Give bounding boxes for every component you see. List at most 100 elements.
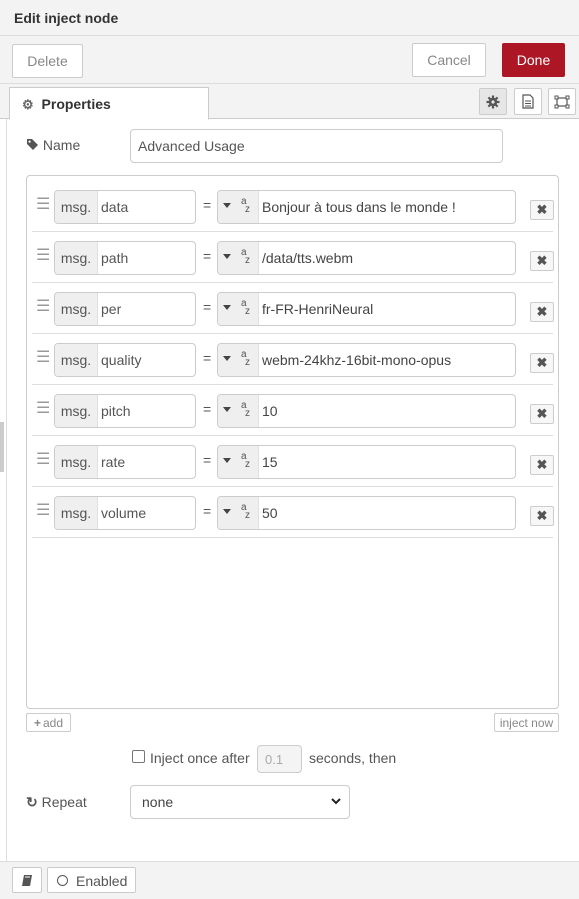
name-label-text: Name: [42, 137, 81, 153]
name-input[interactable]: [130, 129, 503, 163]
msg-prefix: msg.: [55, 497, 98, 529]
property-name: volume: [101, 505, 147, 521]
property-value-field[interactable]: a z 50: [217, 496, 516, 530]
add-property-button[interactable]: + add: [26, 713, 71, 732]
inject-delay-input[interactable]: 0.1: [257, 745, 302, 773]
property-name-field[interactable]: msg. rate: [54, 445, 196, 479]
repeat-icon: ↻: [26, 794, 38, 810]
property-name: path: [101, 250, 129, 266]
property-name-field[interactable]: msg. quality: [54, 343, 196, 377]
remove-property-button[interactable]: ✖: [530, 404, 554, 424]
repeat-select[interactable]: none: [130, 785, 350, 819]
type-selector[interactable]: az: [218, 344, 259, 376]
close-icon: ✖: [536, 355, 548, 370]
remove-property-button[interactable]: ✖: [530, 251, 554, 271]
string-type-z: z: [245, 204, 250, 215]
caret-down-icon: [223, 254, 231, 259]
seconds-label: seconds, then: [309, 750, 397, 766]
type-selector[interactable]: az: [218, 293, 259, 325]
tab-appearance[interactable]: [548, 88, 576, 115]
close-icon: ✖: [536, 202, 548, 217]
msg-prefix: msg.: [55, 191, 98, 223]
type-selector[interactable]: az: [218, 497, 259, 529]
name-label: Name: [26, 137, 80, 153]
property-row: ☰ msg. data = a z Bonjour à tous dans le monde…: [32, 181, 554, 232]
close-icon: ✖: [536, 508, 548, 523]
property-name-field[interactable]: msg. per: [54, 292, 196, 326]
string-type-z: z: [245, 357, 250, 368]
property-value-field[interactable]: a z fr-FR-HenriNeural: [217, 292, 516, 326]
tab-node-settings[interactable]: [479, 88, 507, 115]
enabled-toggle[interactable]: Enabled: [47, 867, 136, 893]
delete-button[interactable]: Delete: [12, 44, 83, 78]
property-value: fr-FR-HenriNeural: [262, 301, 374, 317]
msg-prefix: msg.: [55, 446, 98, 478]
resize-handle[interactable]: [0, 422, 4, 472]
msg-prefix: msg.: [55, 344, 98, 376]
property-value-field[interactable]: a z webm-24khz-16bit-mono-opus: [217, 343, 516, 377]
caret-down-icon: [223, 407, 231, 412]
property-value-field[interactable]: a z/data/tts.webm: [217, 241, 516, 275]
equals-sign: =: [203, 401, 212, 417]
property-row: ☰ msg. pitch = a z 10 ✖: [32, 385, 554, 436]
type-selector[interactable]: az: [218, 191, 259, 223]
close-icon: ✖: [536, 406, 548, 421]
drag-handle-icon[interactable]: ☰: [36, 248, 50, 264]
plus-icon: +: [33, 715, 41, 730]
equals-sign: =: [203, 197, 212, 213]
property-row: ☰ msg. rate = a z 15 ✖: [32, 436, 554, 487]
property-value: 10: [262, 403, 278, 419]
gear-icon: [486, 95, 500, 108]
drag-handle-icon[interactable]: ☰: [36, 299, 50, 315]
drag-handle-icon[interactable]: ☰: [36, 401, 50, 417]
help-button[interactable]: [12, 867, 42, 893]
property-value-field[interactable]: a z Bonjour à tous dans le monde !: [217, 190, 516, 224]
property-value-field[interactable]: a z 15: [217, 445, 516, 479]
done-button[interactable]: Done: [502, 43, 565, 77]
inject-once-checkbox[interactable]: [132, 750, 145, 763]
type-selector[interactable]: az: [218, 446, 259, 478]
tray-toolbar: Delete Cancel Done: [0, 36, 579, 84]
add-label: add: [42, 715, 64, 730]
caret-down-icon: [223, 305, 231, 310]
inject-now-button[interactable]: inject now: [494, 713, 559, 732]
drag-handle-icon[interactable]: ☰: [36, 197, 50, 213]
equals-sign: =: [203, 299, 212, 315]
tab-properties-label: Properties: [41, 96, 111, 112]
caret-down-icon: [223, 509, 231, 514]
equals-sign: =: [203, 452, 212, 468]
property-name-field[interactable]: msg. pitch: [54, 394, 196, 428]
caret-down-icon: [223, 458, 231, 463]
tag-icon: [27, 139, 38, 150]
caret-down-icon: [223, 203, 231, 208]
equals-sign: =: [203, 350, 212, 366]
string-type-z: z: [245, 510, 250, 521]
property-name: per: [101, 301, 122, 317]
cancel-button[interactable]: Cancel: [412, 43, 486, 77]
remove-property-button[interactable]: ✖: [530, 506, 554, 526]
drag-handle-icon[interactable]: ☰: [36, 452, 50, 468]
property-name-field[interactable]: msg. volume: [54, 496, 196, 530]
string-type-z: z: [245, 255, 250, 266]
repeat-value: none: [142, 794, 174, 810]
drag-handle-icon[interactable]: ☰: [36, 350, 50, 366]
tab-description[interactable]: [514, 88, 542, 115]
book-icon: [21, 874, 32, 886]
equals-sign: =: [203, 503, 212, 519]
close-icon: ✖: [536, 457, 548, 472]
property-name-field[interactable]: msg. data: [54, 190, 196, 224]
type-selector[interactable]: az: [218, 242, 259, 274]
drag-handle-icon[interactable]: ☰: [36, 503, 50, 519]
property-value-field[interactable]: a z 10: [217, 394, 516, 428]
remove-property-button[interactable]: ✖: [530, 200, 554, 220]
enabled-label: Enabled: [76, 873, 128, 889]
remove-property-button[interactable]: ✖: [530, 302, 554, 322]
type-selector[interactable]: az: [218, 395, 259, 427]
property-name-field[interactable]: msg. path: [54, 241, 196, 275]
description-icon: [522, 94, 534, 109]
tab-properties[interactable]: ⚙ Properties: [9, 87, 209, 120]
repeat-label-text: Repeat: [41, 794, 87, 810]
remove-property-button[interactable]: ✖: [530, 353, 554, 373]
close-icon: ✖: [536, 253, 548, 268]
remove-property-button[interactable]: ✖: [530, 455, 554, 475]
